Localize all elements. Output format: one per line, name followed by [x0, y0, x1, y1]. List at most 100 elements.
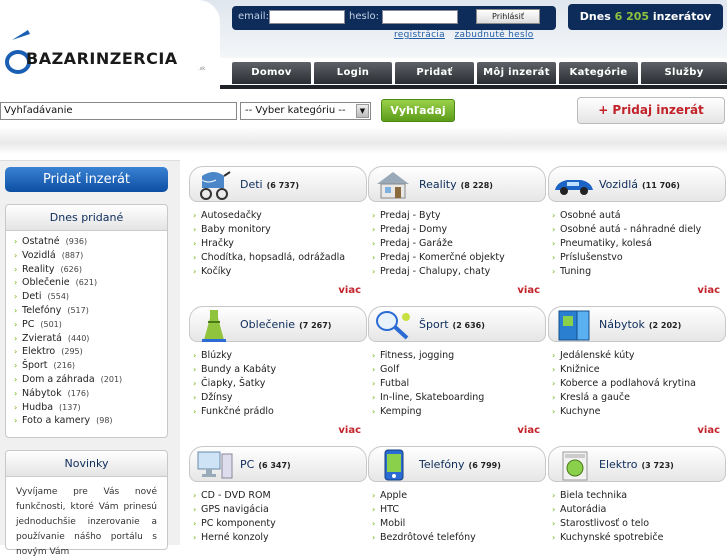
nav-categories[interactable]: Kategórie: [559, 62, 638, 84]
list-item[interactable]: › Reality (626): [14, 263, 167, 277]
list-item[interactable]: › In-line, Skateboarding: [372, 391, 484, 405]
more-link[interactable]: viac: [517, 285, 540, 296]
list-item[interactable]: › Mobil: [372, 517, 476, 531]
arrow-icon: ›: [193, 267, 197, 276]
category-title[interactable]: PC (6 347): [240, 458, 291, 471]
list-item[interactable]: › Čiapky, Šatky: [193, 377, 276, 391]
list-item[interactable]: › Futbal: [372, 377, 484, 391]
register-link[interactable]: registrácia: [394, 30, 445, 40]
category-title[interactable]: Vozidlá (11 706): [599, 178, 680, 191]
list-item[interactable]: › Predaj - Komerčné objekty: [372, 251, 505, 265]
list-item[interactable]: › Kuchyne: [552, 405, 696, 419]
list-item[interactable]: › Hudba (137): [14, 401, 167, 415]
list-item[interactable]: › Tuning: [552, 265, 701, 279]
list-item[interactable]: › Zvieratá (440): [14, 332, 167, 346]
category-title[interactable]: Reality (8 228): [419, 178, 493, 191]
search-button[interactable]: Vyhľadaj: [381, 99, 455, 122]
list-item[interactable]: › Chodítka, hopsadlá, odrážadla: [193, 251, 345, 265]
forgot-password-link[interactable]: zabudnuté heslo: [454, 30, 533, 40]
list-item[interactable]: › Blúzky: [193, 349, 276, 363]
list-item[interactable]: › Koberce a podlahová krytina: [552, 377, 696, 391]
more-link[interactable]: viac: [517, 425, 540, 436]
category-title[interactable]: Deti (6 737): [240, 178, 299, 191]
list-item[interactable]: › Fitness, jogging: [372, 349, 484, 363]
category-select-value: -- Vyber kategóriu --: [245, 105, 346, 116]
more-link[interactable]: viac: [338, 425, 361, 436]
list-item[interactable]: › CD - DVD ROM: [193, 489, 276, 503]
category-header[interactable]: PC (6 347): [189, 446, 367, 482]
list-item[interactable]: › Kemping: [372, 405, 484, 419]
list-item[interactable]: › Príslušenstvo: [552, 251, 701, 265]
category-header[interactable]: Deti (6 737): [189, 166, 367, 202]
list-item[interactable]: › Starostlivosť o telo: [552, 517, 663, 531]
category-title[interactable]: Nábytok (2 202): [599, 318, 681, 331]
password-field[interactable]: [382, 10, 458, 24]
nav-home[interactable]: Domov: [232, 62, 311, 84]
category-title[interactable]: Šport (2 636): [419, 318, 485, 331]
list-item[interactable]: › Telefóny (517): [14, 304, 167, 318]
category-header[interactable]: Vozidlá (11 706): [548, 166, 726, 202]
add-ad-button[interactable]: + Pridaj inzerát: [577, 97, 725, 124]
category-title[interactable]: Elektro (3 723): [599, 458, 674, 471]
list-item[interactable]: › Ostatné (936): [14, 235, 167, 249]
nav-services[interactable]: Služby: [641, 62, 727, 84]
list-item[interactable]: › Oblečenie (621): [14, 276, 167, 290]
search-input[interactable]: Vyhľadávanie: [0, 102, 237, 120]
sidebar-add-ad-button[interactable]: Pridať inzerát: [5, 167, 168, 192]
list-item[interactable]: › Džínsy: [193, 391, 276, 405]
site-logo[interactable]: BAZARINZERCIA .sk: [4, 28, 214, 78]
category-header[interactable]: Šport (2 636): [368, 306, 546, 342]
email-field[interactable]: [269, 10, 345, 24]
list-item[interactable]: › Hračky: [193, 237, 345, 251]
list-item[interactable]: › Funkčné prádlo: [193, 405, 276, 419]
list-item[interactable]: › Dom a záhrada (201): [14, 373, 167, 387]
more-link[interactable]: viac: [338, 285, 361, 296]
list-item[interactable]: › Predaj - Garáže: [372, 237, 505, 251]
list-item[interactable]: › Predaj - Byty: [372, 209, 505, 223]
list-item[interactable]: › Jedálenské kúty: [552, 349, 696, 363]
list-item[interactable]: › Osobné autá: [552, 209, 701, 223]
list-item[interactable]: › Elektro (295): [14, 345, 167, 359]
list-item[interactable]: › Kuchynské spotrebiče: [552, 531, 663, 545]
nav-login[interactable]: Login: [314, 62, 392, 84]
login-button[interactable]: Prihlásiť: [476, 9, 540, 24]
category-title[interactable]: Oblečenie (7 267): [240, 318, 331, 331]
chevron-down-icon[interactable]: ▼: [356, 104, 369, 118]
list-item[interactable]: › Deti (554): [14, 290, 167, 304]
list-item[interactable]: › PC komponenty: [193, 517, 276, 531]
list-item[interactable]: › Foto a kamery (98): [14, 414, 167, 428]
list-item[interactable]: › Baby monitory: [193, 223, 345, 237]
list-item[interactable]: › GPS navigácia: [193, 503, 276, 517]
list-item[interactable]: › Biela technika: [552, 489, 663, 503]
category-header[interactable]: Reality (8 228): [368, 166, 546, 202]
list-item[interactable]: › Autorádia: [552, 503, 663, 517]
nav-add[interactable]: Pridať: [395, 62, 474, 84]
list-item[interactable]: › Predaj - Domy: [372, 223, 505, 237]
list-item[interactable]: › Vozidlá (887): [14, 249, 167, 263]
list-item[interactable]: › Bundy a Kabáty: [193, 363, 276, 377]
list-item[interactable]: › Kreslá a gauče: [552, 391, 696, 405]
list-item[interactable]: › HTC: [372, 503, 476, 517]
list-item[interactable]: › Predaj - Chalupy, chaty: [372, 265, 505, 279]
list-item[interactable]: › Knižnice: [552, 363, 696, 377]
category-select[interactable]: -- Vyber kategóriu -- ▼: [240, 102, 371, 120]
list-item[interactable]: › Šport (216): [14, 359, 167, 373]
category-header[interactable]: Telefóny (6 799): [368, 446, 546, 482]
more-link[interactable]: viac: [697, 425, 720, 436]
list-item[interactable]: › Osobné autá - náhradné diely: [552, 223, 701, 237]
list-item[interactable]: › Kočíky: [193, 265, 345, 279]
list-item[interactable]: › Pneumatiky, kolesá: [552, 237, 701, 251]
list-item[interactable]: › Herné konzoly: [193, 531, 276, 545]
list-item[interactable]: › Nábytok (176): [14, 387, 167, 401]
category-header[interactable]: Oblečenie (7 267): [189, 306, 367, 342]
list-item[interactable]: › Bezdrôtové telefóny: [372, 531, 476, 545]
list-item[interactable]: › Golf: [372, 363, 484, 377]
category-header[interactable]: Nábytok (2 202): [548, 306, 726, 342]
more-link[interactable]: viac: [697, 285, 720, 296]
list-item[interactable]: › Autosedačky: [193, 209, 345, 223]
list-item[interactable]: › Apple: [372, 489, 476, 503]
nav-my-ad[interactable]: Môj inzerát: [477, 62, 556, 84]
category-title[interactable]: Telefóny (6 799): [419, 458, 501, 471]
list-item[interactable]: › PC (501): [14, 318, 167, 332]
category-header[interactable]: Elektro (3 723): [548, 446, 726, 482]
